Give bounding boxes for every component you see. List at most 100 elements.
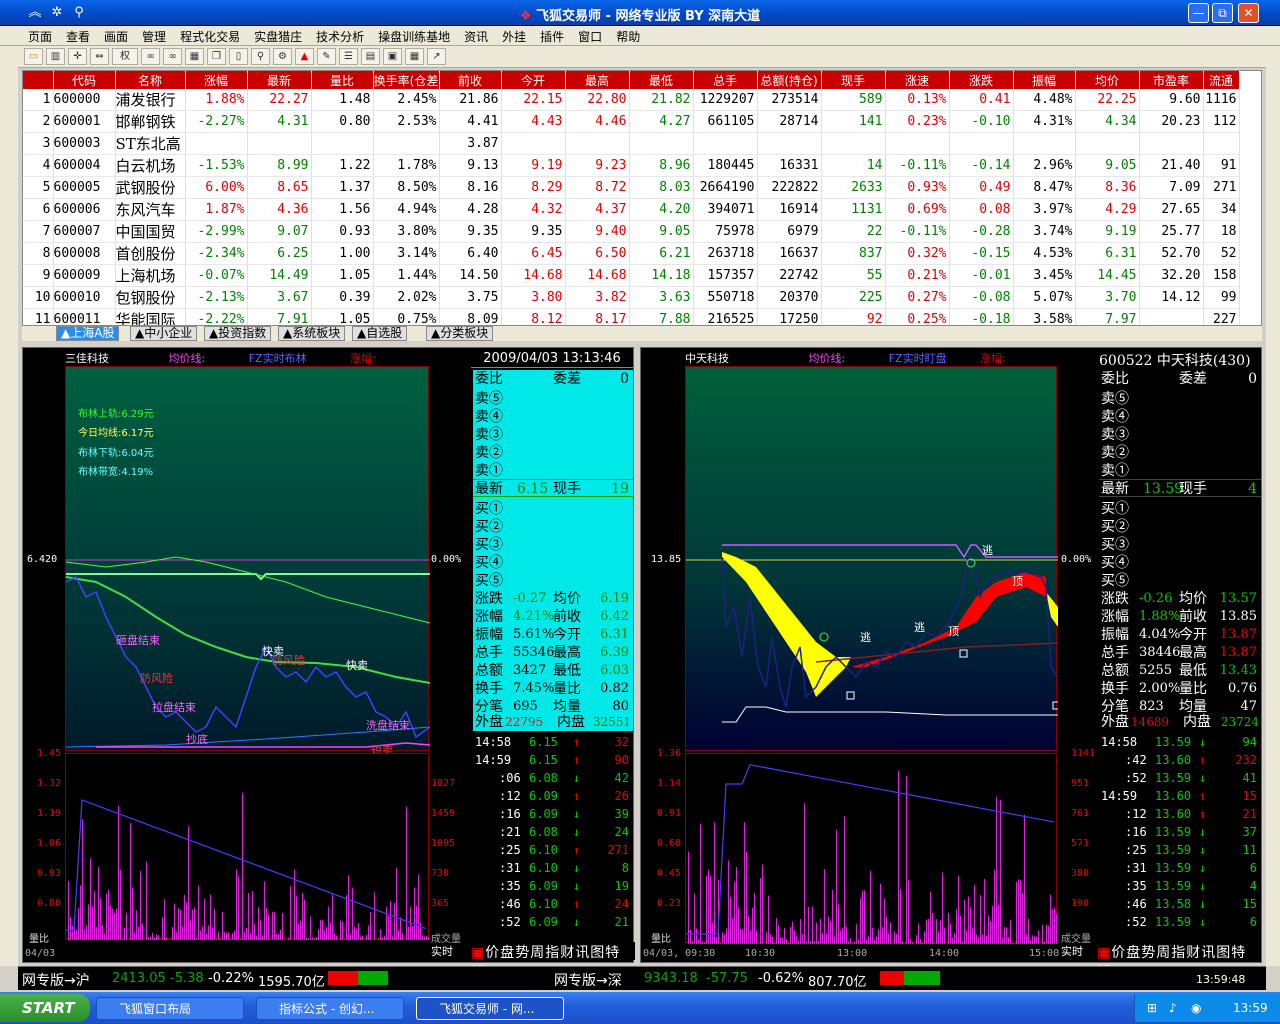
indicator-label[interactable]: FZ实时盯盘 [889,352,947,365]
column-header[interactable]: 代码 [53,71,116,89]
menu-item[interactable]: 操盘训练基地 [378,28,450,45]
right-volume-chart[interactable] [685,753,1057,944]
menu-item[interactable]: 页面 [28,28,52,45]
table-row[interactable]: 1 600000 浦发银行 1.88% 22.27 1.48 2.45% 21.86 22.15… [23,89,1240,111]
menu-item[interactable]: 外挂 [502,28,526,45]
column-header[interactable]: 涨跌 [949,71,1014,89]
task-app[interactable]: 飞狐交易师 - 网... [416,997,564,1020]
security-icon[interactable]: ◉ [1191,1001,1201,1015]
signal-mark: 砸盘结束 [116,634,160,647]
weight-select[interactable]: 权 [112,48,138,65]
column-header[interactable]: 涨速 [885,71,950,89]
sz-index-label[interactable]: 网专版→深 [554,970,622,990]
table-row[interactable]: 3 600003 ST东北高 3.87 [23,132,1240,155]
table-row[interactable]: 5 600005 武钢股份 6.00% 8.65 1.37 8.50% 8.16 8.29 8.7… [23,176,1240,199]
left-bottom-tabs[interactable]: ▣价盘势周指财讯图特解 [471,942,635,981]
zoom-icon[interactable]: ⚲ [251,48,270,65]
menu-item[interactable]: 资讯 [464,28,488,45]
market-tab[interactable]: ▲自选股 [352,326,408,341]
volume-bar [202,926,203,940]
crosshair-icon[interactable]: ✛ [68,48,87,65]
column-header[interactable]: 最高 [565,71,630,89]
sh-index-label[interactable]: 网专版→沪 [22,970,90,990]
table-icon[interactable]: ▦ [405,48,424,65]
line-chart-icon[interactable]: ↗ [427,48,446,65]
task-formula[interactable]: 指标公式 - 创幻... [256,997,404,1020]
copy-icon[interactable]: ❐ [207,48,226,65]
binoculars-icon[interactable]: ∞ [163,48,182,65]
left-volume-chart[interactable] [65,753,429,940]
left-price-chart[interactable]: 布林上轨:6.29元 今日均线:6.17元 布林下轨:6.04元 布林带宽:4.… [65,366,430,757]
market-tab[interactable]: ▲投资指数 [204,326,272,341]
table-row[interactable]: 10 600010 包钢股份 -2.13% 3.67 0.39 2.02% 3.75 3.80 3… [23,286,1240,309]
column-header[interactable]: 换手率(仓差 [373,71,440,89]
column-header[interactable]: 前收 [439,71,502,89]
column-header[interactable]: 最新 [247,71,312,89]
menu-item[interactable]: 帮助 [616,28,640,45]
column-header[interactable]: 总额(持仓) [757,71,822,89]
network-icon[interactable]: ⊞ [1147,1001,1157,1015]
market-tab[interactable]: ▲系统板块 [278,326,346,341]
open-folder-icon[interactable]: ▭ [24,48,43,65]
indicator-label[interactable]: FZ实时布林 [249,352,307,365]
menu-item[interactable]: 实盘猎庄 [254,28,302,45]
sh-index-amount: 1595.70亿 [258,975,325,990]
table-row[interactable]: 7 600007 中国国贸 -2.99% 9.07 0.93 3.80% 9.35 9.35 9.… [23,220,1240,243]
volume-bar [242,792,243,940]
column-header[interactable]: 市盈率 [1139,71,1204,89]
start-button[interactable]: START [0,994,90,1022]
arrows-icon[interactable]: ⇔ [90,48,109,65]
column-header[interactable]: 均价 [1075,71,1140,89]
right-tick-list[interactable]: 14:58 13.59 ↓ 94:42 13.60 ↑ 232:52 13.59 ↓ 41 14:5… [1099,733,1261,933]
glasses-icon[interactable]: ∞ [141,48,160,65]
task-layout[interactable]: 飞狐窗口布局 [96,997,244,1020]
maximize-button[interactable]: ⧉ [1212,3,1233,23]
menu-item[interactable]: 技术分析 [316,28,364,45]
column-header[interactable]: 今开 [501,71,566,89]
menu-item[interactable]: 窗口 [578,28,602,45]
column-header[interactable]: 振幅 [1013,71,1076,89]
wc-label: 委差 [553,371,581,387]
menu-item[interactable]: 程式化交易 [180,28,240,45]
table-row[interactable]: 2 600001 邯郸钢铁 -2.27% 4.31 0.80 2.53% 4.41 4.43 4.… [23,110,1240,133]
close-button[interactable]: ✕ [1238,3,1259,23]
pencil-icon[interactable]: ✎ [317,48,336,65]
tick-cell: ↓ [1199,735,1207,749]
menu-item[interactable]: 插件 [540,28,564,45]
table-row[interactable]: 4 600004 白云机场 -1.53% 8.99 1.22 1.78% 9.13 9.19 9.… [23,154,1240,177]
right-bottom-tabs[interactable]: ▣价盘势周指财讯图特解 [1097,942,1261,981]
table-row[interactable]: 9 600009 上海机场 -0.07% 14.49 1.05 1.44% 14.50 14.6… [23,264,1240,287]
book-icon[interactable]: ▯ [229,48,248,65]
list-icon[interactable]: ☰ [339,48,358,65]
column-header[interactable]: 量比 [311,71,374,89]
right-price-chart[interactable]: 逃 逃 逃 顶 顶 [685,366,1061,751]
market-tab[interactable]: ▲分类板块 [426,326,494,341]
column-header[interactable] [23,71,54,89]
cell-flt: 271 [1203,176,1240,199]
menu-item[interactable]: 管理 [142,28,166,45]
market-tab[interactable]: ▲上海A股 [56,326,120,341]
chart-icon[interactable]: ▦ [185,48,204,65]
rsi-icon[interactable]: ▥ [46,48,65,65]
gear-icon[interactable]: ⚙ [273,48,292,65]
column-header[interactable]: 总手 [693,71,758,89]
column-header[interactable]: 流通 [1203,71,1240,89]
column-header[interactable]: 名称 [115,71,186,89]
tick-cell: 42 [614,771,629,785]
volume-bar [88,904,89,940]
grid-icon[interactable]: ▤ [361,48,380,65]
cell-open: 22.15 [501,89,566,111]
table-row[interactable]: 8 600008 首创股份 -2.34% 6.25 1.00 3.14% 6.40 6.45 6.… [23,242,1240,265]
market-tab[interactable]: ▲中小企业 [130,326,198,341]
column-header[interactable]: 最低 [629,71,694,89]
column-header[interactable]: 现手 [821,71,886,89]
column-header[interactable]: 涨幅 [185,71,248,89]
menu-item[interactable]: 画面 [104,28,128,45]
minimize-button[interactable]: — [1188,3,1209,23]
table-row[interactable]: 6 600006 东风汽车 1.87% 4.36 1.56 4.94% 4.28 4.32 4.3… [23,198,1240,221]
alarm-icon[interactable]: ▲ [295,48,314,65]
layout-icon[interactable]: ▣ [383,48,402,65]
volume-icon[interactable]: ♪ [1169,1001,1177,1015]
menu-item[interactable]: 查看 [66,28,90,45]
left-tick-list[interactable]: 14:58 6.15 ↑ 32 14:59 6.15 ↑ 90:06 6.08 ↓ 42:12 6.0… [473,733,633,933]
